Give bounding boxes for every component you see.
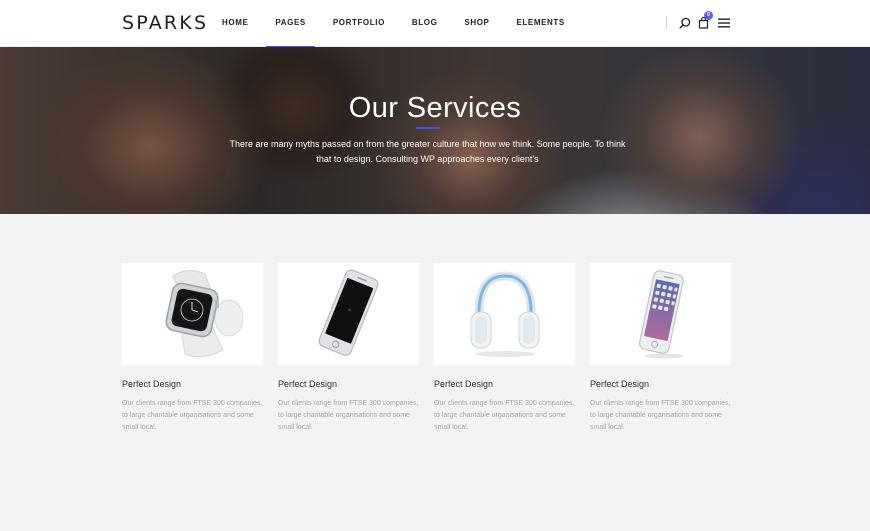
- headphones-image: [470, 271, 539, 357]
- nav-item-shop[interactable]: SHOP: [464, 0, 489, 47]
- hero-banner: Our Services There are many myths passed…: [0, 47, 870, 214]
- service-card: Perfect Design Our clients range from FT…: [122, 263, 263, 434]
- service-title: Perfect Design: [122, 379, 182, 389]
- site-header: SPARKS HOME PAGES PORTFOLIO BLOG SHOP EL…: [0, 0, 870, 48]
- service-title: Perfect Design: [278, 379, 338, 389]
- nav-item-blog[interactable]: BLOG: [412, 0, 438, 47]
- hero-accent-line: [416, 127, 440, 129]
- main-nav: HOME PAGES PORTFOLIO BLOG SHOP ELEMENTS: [222, 0, 592, 48]
- service-title: Perfect Design: [590, 379, 650, 389]
- nav-item-portfolio[interactable]: PORTFOLIO: [333, 0, 385, 47]
- nav-item-elements[interactable]: ELEMENTS: [517, 0, 565, 47]
- service-image-smartphone-dark[interactable]: [278, 263, 419, 365]
- nav-item-home[interactable]: HOME: [222, 0, 248, 47]
- services-grid: Perfect Design Our clients range from FT…: [122, 263, 746, 434]
- service-description: Our clients range from FTSE 300 companie…: [434, 400, 575, 431]
- search-button[interactable]: [677, 15, 693, 31]
- hero-subtitle: There are many myths passed on from the …: [229, 139, 626, 164]
- service-image-headphones[interactable]: [434, 263, 575, 365]
- service-card: Perfect Design Our clients range from FT…: [278, 263, 419, 434]
- service-card: Perfect Design Our clients range from FT…: [434, 263, 575, 434]
- smartwatch-image: [164, 270, 243, 358]
- smartphone-silver-image: [638, 270, 684, 359]
- service-image-smartphone-silver[interactable]: [590, 263, 731, 365]
- service-description: Our clients range from FTSE 300 companie…: [590, 400, 731, 431]
- menu-icon: [718, 18, 730, 28]
- smartphone-dark-image: [318, 269, 378, 356]
- header-divider: [666, 16, 667, 30]
- service-description: Our clients range from FTSE 300 companie…: [122, 400, 263, 431]
- site-logo[interactable]: SPARKS: [122, 13, 208, 33]
- cart-button[interactable]: 0: [695, 11, 713, 31]
- hero-overlay: [0, 47, 870, 214]
- hero-title: Our Services: [348, 92, 522, 124]
- search-icon: [679, 17, 691, 29]
- service-description: Our clients range from FTSE 300 companie…: [278, 400, 419, 431]
- service-title: Perfect Design: [434, 379, 494, 389]
- menu-button[interactable]: [716, 15, 732, 31]
- service-card: Perfect Design Our clients range from FT…: [590, 263, 731, 434]
- service-image-smartwatch[interactable]: [122, 263, 263, 365]
- cart-count-badge: 0: [704, 11, 713, 20]
- nav-item-pages[interactable]: PAGES: [266, 0, 316, 48]
